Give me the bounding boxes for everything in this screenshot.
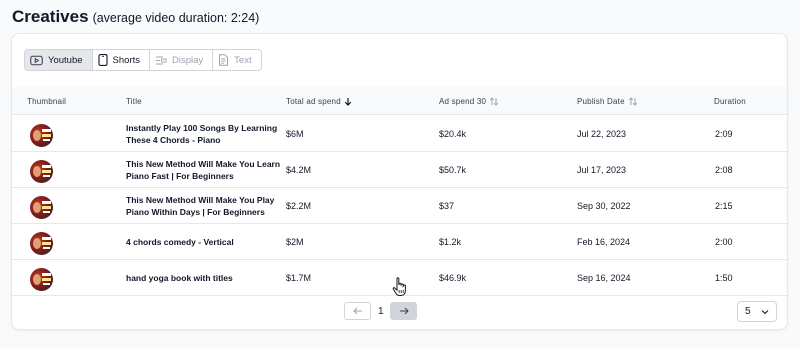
video-title[interactable]: Instantly Play 100 Songs By Learning The… <box>126 116 286 151</box>
publish-date: Sep 16, 2024 <box>577 272 631 283</box>
table-header: Thumbnail Title Total ad spend Ad spend … <box>12 87 787 115</box>
display-icon <box>156 56 167 64</box>
video-thumbnail[interactable] <box>30 232 53 255</box>
page-size-value: 5 <box>745 306 751 317</box>
page-size-select[interactable]: 5 <box>737 301 777 322</box>
column-label: Title <box>126 96 142 106</box>
table-row[interactable]: This New Method Will Make You Play Piano… <box>12 188 787 224</box>
column-header-ad-spend-30[interactable]: Ad spend 30 <box>439 87 499 115</box>
table-row[interactable]: This New Method Will Make You Learn Pian… <box>12 152 787 188</box>
column-header-thumbnail: Thumbnail <box>27 87 66 115</box>
duration: 2:00 <box>715 236 733 247</box>
video-title[interactable]: This New Method Will Make You Learn Pian… <box>126 152 286 187</box>
column-header-total-ad-spend[interactable]: Total ad spend <box>286 87 352 115</box>
ad-spend-30: $50.7k <box>439 164 467 175</box>
sort-icon <box>628 96 637 106</box>
ad-spend-30: $1.2k <box>439 236 462 247</box>
duration: 1:50 <box>715 272 733 283</box>
text-doc-icon <box>219 54 229 66</box>
page-subtitle: (average video duration: 2:24) <box>92 11 260 25</box>
ad-spend-30: $37 <box>439 200 455 211</box>
total-ad-spend: $2.2M <box>286 200 312 211</box>
video-thumbnail[interactable] <box>30 196 53 219</box>
format-tabs: Youtube Shorts Display Text <box>24 49 262 71</box>
column-label: Publish Date <box>577 96 625 106</box>
video-thumbnail[interactable] <box>30 268 53 291</box>
publish-date: Feb 16, 2024 <box>577 236 631 247</box>
next-page-button[interactable] <box>390 302 417 320</box>
phone-icon <box>97 54 108 66</box>
video-thumbnail[interactable] <box>30 124 53 147</box>
video-title[interactable]: This New Method Will Make You Play Piano… <box>126 188 286 223</box>
video-title[interactable]: 4 chords comedy - Vertical <box>126 224 286 259</box>
publish-date: Jul 17, 2023 <box>577 164 627 175</box>
table-row[interactable]: Instantly Play 100 Songs By Learning The… <box>12 116 787 152</box>
column-label: Total ad spend <box>286 96 341 106</box>
current-page-number[interactable]: 1 <box>378 302 384 320</box>
tab-shorts-label: Shorts <box>112 54 140 66</box>
duration: 2:08 <box>715 164 733 175</box>
page-heading: Creatives (average video duration: 2:24) <box>12 7 259 27</box>
tab-text-label: Text <box>234 54 252 66</box>
tab-shorts[interactable]: Shorts <box>92 50 150 70</box>
video-thumbnail[interactable] <box>30 160 53 183</box>
total-ad-spend: $2M <box>286 236 304 247</box>
pagination: 1 <box>12 302 787 320</box>
column-label: Ad spend 30 <box>439 96 487 106</box>
tab-display[interactable]: Display <box>150 50 214 70</box>
duration: 2:15 <box>715 200 733 211</box>
tab-display-label: Display <box>172 54 204 66</box>
total-ad-spend: $1.7M <box>286 272 312 283</box>
column-header-publish-date[interactable]: Publish Date <box>577 87 638 115</box>
sort-icon <box>489 96 499 106</box>
hand-cursor-icon <box>392 277 406 296</box>
column-header-title: Title <box>126 87 142 115</box>
arrow-left-icon <box>352 307 362 315</box>
arrow-right-icon <box>399 307 409 315</box>
publish-date: Jul 22, 2023 <box>577 128 627 139</box>
total-ad-spend: $4.2M <box>286 164 312 175</box>
ad-spend-30: $46.9k <box>439 272 467 283</box>
publish-date: Sep 30, 2022 <box>577 200 631 211</box>
page-title: Creatives <box>12 7 89 26</box>
column-label: Thumbnail <box>27 96 67 106</box>
ad-spend-30: $20.4k <box>439 128 467 139</box>
previous-page-button[interactable] <box>344 302 371 320</box>
table-row[interactable]: 4 chords comedy - Vertical $2M $1.2k Feb… <box>12 224 787 260</box>
video-title[interactable]: hand yoga book with titles <box>126 260 286 295</box>
chevron-down-icon <box>761 309 769 314</box>
youtube-icon <box>30 55 43 65</box>
column-label: Duration <box>714 96 746 106</box>
tab-youtube-label: Youtube <box>48 54 83 66</box>
tab-text[interactable]: Text <box>213 50 261 70</box>
arrow-down-icon <box>344 97 352 106</box>
duration: 2:09 <box>715 128 733 139</box>
total-ad-spend: $6M <box>286 128 304 139</box>
tab-youtube[interactable]: Youtube <box>25 50 93 70</box>
column-header-duration: Duration <box>714 87 746 115</box>
